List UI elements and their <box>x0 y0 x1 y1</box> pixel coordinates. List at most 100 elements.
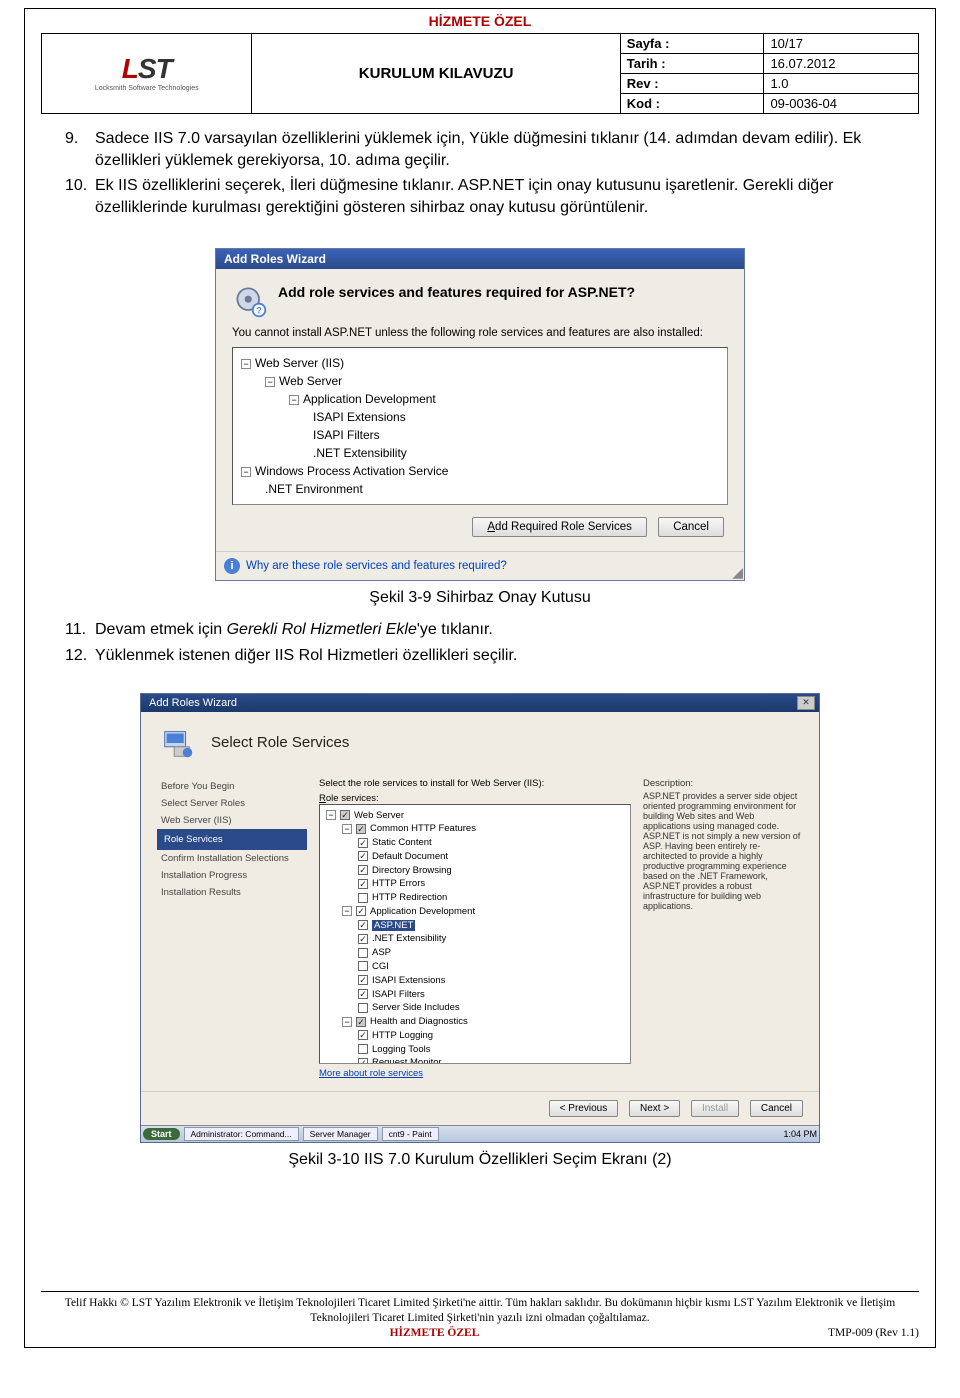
tree-item: −Application Development <box>241 390 719 408</box>
gear-question-icon: ? <box>232 283 268 319</box>
resize-grip-icon[interactable]: ◢ <box>732 565 743 579</box>
tree-item: ISAPI Filters <box>241 426 719 444</box>
taskbar-item[interactable]: Administrator: Command... <box>184 1127 299 1141</box>
role-item[interactable]: Request Monitor <box>326 1056 624 1063</box>
tree-item: −Windows Process Activation Service <box>241 462 719 480</box>
description-panel: Description: ASP.NET provides a server s… <box>643 778 803 1083</box>
step-text: Devam etmek için Gerekli Rol Hizmetleri … <box>95 619 895 641</box>
step-text: Yüklenmek istenen diğer IIS Rol Hizmetle… <box>95 645 895 667</box>
step-number: 11. <box>65 619 95 641</box>
description-label: Description: <box>643 778 803 789</box>
install-button[interactable]: Install <box>691 1100 739 1117</box>
taskbar-clock: 1:04 PM <box>783 1129 817 1139</box>
start-button[interactable]: Start <box>143 1128 180 1140</box>
logo-text: LST <box>95 55 199 83</box>
step-10: 10. Ek IIS özelliklerini seçerek, İleri … <box>65 175 895 218</box>
nav-results[interactable]: Installation Results <box>157 884 307 901</box>
add-required-button[interactable]: Add Required Role Services <box>472 517 646 537</box>
svg-text:?: ? <box>256 306 262 316</box>
cancel-button[interactable]: Cancel <box>750 1100 803 1117</box>
step-number: 9. <box>65 128 95 171</box>
role-item[interactable]: −Health and Diagnostics <box>326 1015 624 1029</box>
page-frame: HİZMETE ÖZEL LST Locksmith Software Tech… <box>24 8 936 1348</box>
add-roles-wizard-dialog: Add Roles Wizard ? Add role services and… <box>215 248 745 581</box>
dialog-title: Add Roles Wizard <box>149 697 237 709</box>
meta-rev-label: Rev : <box>621 74 764 93</box>
classification-mark: HİZMETE ÖZEL <box>25 9 935 33</box>
role-item[interactable]: HTTP Errors <box>326 877 624 891</box>
meta-code-label: Kod : <box>621 94 764 113</box>
taskbar-item[interactable]: cnt9 - Paint <box>382 1127 439 1141</box>
tree-item: .NET Extensibility <box>241 444 719 462</box>
role-item[interactable]: −Common HTTP Features <box>326 822 624 836</box>
info-icon: i <box>224 558 240 574</box>
footer-rev: TMP-009 (Rev 1.1) <box>828 1327 919 1339</box>
role-item[interactable]: .NET Extensibility <box>326 932 624 946</box>
step-11: 11. Devam etmek için Gerekli Rol Hizmetl… <box>65 619 895 641</box>
wizard-nav: Before You Begin Select Server Roles Web… <box>157 778 307 1083</box>
previous-button[interactable]: < Previous <box>549 1100 619 1117</box>
nav-progress[interactable]: Installation Progress <box>157 867 307 884</box>
header-table: LST Locksmith Software Technologies KURU… <box>41 33 919 114</box>
role-item[interactable]: −Application Development <box>326 905 624 919</box>
dialog-heading: Add role services and features required … <box>278 283 635 319</box>
dialog-heading: Select Role Services <box>211 734 349 751</box>
nav-role-services[interactable]: Role Services <box>157 829 307 850</box>
tree-item: .NET Environment <box>241 480 719 498</box>
more-about-link[interactable]: More about role services <box>319 1064 631 1083</box>
roles-label: Role services: <box>319 793 631 804</box>
role-item[interactable]: −Web Server <box>326 809 624 823</box>
roles-tree[interactable]: −Web Server −Common HTTP Features Static… <box>319 804 631 1064</box>
description-text: ASP.NET provides a server side object or… <box>643 791 803 911</box>
nav-before-you-begin[interactable]: Before You Begin <box>157 778 307 795</box>
role-item[interactable]: Directory Browsing <box>326 864 624 878</box>
step-text: Sadece IIS 7.0 varsayılan özelliklerini … <box>95 128 895 171</box>
figure-caption-1: Şekil 3-9 Sihirbaz Onay Kutusu <box>25 589 935 607</box>
step-text: Ek IIS özelliklerini seçerek, İleri düğm… <box>95 175 895 218</box>
page-footer: Telif Hakkı © LST Yazılım Elektronik ve … <box>41 1291 919 1339</box>
figure-caption-2: Şekil 3-10 IIS 7.0 Kurulum Özellikleri S… <box>25 1151 935 1169</box>
role-item[interactable]: CGI <box>326 960 624 974</box>
role-item[interactable]: Default Document <box>326 850 624 864</box>
wizard-buttons: < Previous Next > Install Cancel <box>141 1091 819 1125</box>
dialog-description: You cannot install ASP.NET unless the fo… <box>232 327 728 339</box>
tree-item: ISAPI Extensions <box>241 408 719 426</box>
select-role-services-dialog: Add Roles Wizard ✕ Select Role Services … <box>140 693 820 1143</box>
meta-code-val: 09-0036-04 <box>763 94 918 113</box>
role-item[interactable]: ASP.NET <box>326 919 624 933</box>
logo-subtitle: Locksmith Software Technologies <box>95 85 199 92</box>
close-button[interactable]: ✕ <box>797 696 815 710</box>
wizard-center: Select the role services to install for … <box>319 778 631 1083</box>
taskbar: Start Administrator: Command... Server M… <box>141 1125 819 1142</box>
step-number: 12. <box>65 645 95 667</box>
nav-web-server-iis[interactable]: Web Server (IIS) <box>157 812 307 829</box>
tree-item: −Web Server (IIS) <box>241 354 719 372</box>
meta-page-label: Sayfa : <box>621 34 764 53</box>
doc-title: KURULUM KILAVUZU <box>252 34 620 114</box>
nav-select-server-roles[interactable]: Select Server Roles <box>157 795 307 812</box>
step-number: 10. <box>65 175 95 218</box>
help-link-row: i Why are these role services and featur… <box>216 551 744 580</box>
meta-date-label: Tarih : <box>621 54 764 73</box>
taskbar-item[interactable]: Server Manager <box>303 1127 378 1141</box>
logo: LST Locksmith Software Technologies <box>95 55 199 92</box>
content-area-2: 11. Devam etmek için Gerekli Rol Hizmetl… <box>25 619 935 678</box>
role-item[interactable]: ISAPI Filters <box>326 988 624 1002</box>
role-item[interactable]: Server Side Includes <box>326 1001 624 1015</box>
next-button[interactable]: Next > <box>629 1100 680 1117</box>
step-9: 9. Sadece IIS 7.0 varsayılan özellikleri… <box>65 128 895 171</box>
role-item[interactable]: HTTP Redirection <box>326 891 624 905</box>
role-item[interactable]: ISAPI Extensions <box>326 974 624 988</box>
role-item[interactable]: Static Content <box>326 836 624 850</box>
cancel-button[interactable]: Cancel <box>658 517 724 537</box>
role-item[interactable]: ASP <box>326 946 624 960</box>
tree-item: −Web Server <box>241 372 719 390</box>
meta-page-val: 10/17 <box>763 34 918 53</box>
dependency-tree: −Web Server (IIS) −Web Server −Applicati… <box>232 347 728 505</box>
help-link[interactable]: Why are these role services and features… <box>246 560 507 572</box>
step-12: 12. Yüklenmek istenen diğer IIS Rol Hizm… <box>65 645 895 667</box>
role-item[interactable]: HTTP Logging <box>326 1029 624 1043</box>
nav-confirm[interactable]: Confirm Installation Selections <box>157 850 307 867</box>
content-area: 9. Sadece IIS 7.0 varsayılan özellikleri… <box>25 114 935 230</box>
role-item[interactable]: Logging Tools <box>326 1043 624 1057</box>
